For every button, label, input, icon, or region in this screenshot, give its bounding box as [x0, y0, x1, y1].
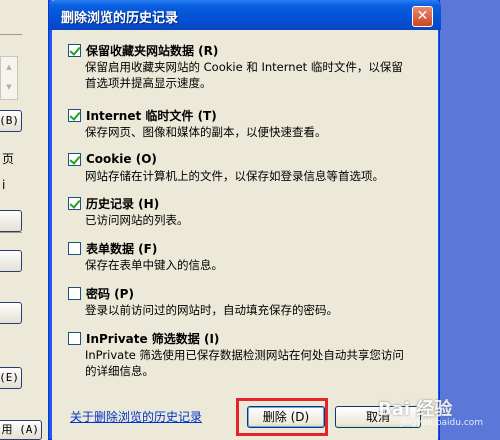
delete-history-dialog: 删除浏览的历史记录 ✕ 保留收藏夹网站数据 (R) 保留启用收藏夹网站的 Coo…: [48, 0, 441, 440]
background-apply-button[interactable]: 用 (A): [0, 420, 42, 440]
description-line: 保存网页、图像和媒体的副本，以便快速查看。: [85, 125, 327, 139]
dialog-titlebar[interactable]: 删除浏览的历史记录 ✕: [49, 0, 441, 30]
background-button[interactable]: [0, 302, 22, 324]
option-description: 已访问网站的列表。: [68, 212, 428, 228]
background-button-b[interactable]: (B): [0, 110, 22, 132]
description-line: 保留启用收藏夹网站的 Cookie 和 Internet 临时文件，以保留: [85, 60, 403, 74]
dialog-title: 删除浏览的历史记录: [61, 11, 179, 26]
option-label[interactable]: 密码 (P): [86, 285, 134, 302]
option-label[interactable]: InPrivate 筛选数据 (I): [86, 330, 219, 347]
about-delete-history-link[interactable]: 关于删除浏览的历史记录: [70, 408, 202, 425]
option-description: 登录以前访问过的网站时，自动填充保存的密码。: [68, 302, 428, 318]
background-scrollbar[interactable]: ▲ ▼: [0, 56, 18, 100]
option-description: 保留启用收藏夹网站的 Cookie 和 Internet 临时文件，以保留 首选…: [68, 59, 428, 91]
description-line: InPrivate 筛选使用已保存数据检测网站在何处自动共享您访问: [85, 348, 404, 362]
watermark-url: jingyan.baidu.com: [400, 418, 484, 428]
option-description: 保存在表单中键入的信息。: [68, 257, 428, 273]
background-button[interactable]: [0, 210, 22, 232]
delete-button[interactable]: 删除 (D): [247, 406, 325, 428]
background-button-e[interactable]: (E): [0, 367, 22, 389]
description-line: 登录以前访问过的网站时，自动填充保存的密码。: [85, 303, 338, 317]
background-text: 页: [2, 152, 15, 166]
checkbox-temp-files[interactable]: [68, 108, 81, 122]
description-line: 网站存储在计算机上的文件，以保存如登录信息等首选项。: [85, 169, 384, 183]
close-icon: ✕: [416, 8, 429, 24]
description-line: 首选项并提高显示速度。: [85, 76, 212, 90]
option-description: 网站存储在计算机上的文件，以保存如登录信息等首选项。: [68, 168, 428, 184]
divider: [0, 34, 22, 35]
option-description: 保存网页、图像和媒体的副本，以便快速查看。: [68, 124, 428, 140]
description-line: 保存在表单中键入的信息。: [85, 258, 223, 272]
checkbox-passwords[interactable]: [68, 286, 81, 300]
option-label[interactable]: Cookie (O): [86, 152, 157, 166]
option-label[interactable]: 历史记录 (H): [86, 195, 159, 212]
option-cookies: Cookie (O) 网站存储在计算机上的文件，以保存如登录信息等首选项。: [68, 151, 428, 184]
dialog-content: 保留收藏夹网站数据 (R) 保留启用收藏夹网站的 Cookie 和 Intern…: [52, 30, 438, 440]
close-button[interactable]: ✕: [412, 6, 433, 27]
option-label[interactable]: Internet 临时文件 (T): [86, 107, 217, 124]
option-label[interactable]: 表单数据 (F): [86, 240, 157, 257]
description-line: 的详细信息。: [85, 364, 154, 378]
option-passwords: 密码 (P) 登录以前访问过的网站时，自动填充保存的密码。: [68, 285, 428, 318]
background-window: ▲ ▼ (B) 页 i (E) 用 (A): [0, 0, 50, 440]
checkbox-preserve-favorites[interactable]: [68, 43, 81, 57]
option-form-data: 表单数据 (F) 保存在表单中键入的信息。: [68, 240, 428, 273]
checkbox-history[interactable]: [68, 196, 81, 210]
option-description: InPrivate 筛选使用已保存数据检测网站在何处自动共享您访问 的详细信息。: [68, 347, 428, 379]
option-temp-files: Internet 临时文件 (T) 保存网页、图像和媒体的副本，以便快速查看。: [68, 107, 428, 140]
description-line: 已访问网站的列表。: [85, 213, 189, 227]
background-button[interactable]: [0, 250, 22, 272]
checkbox-form-data[interactable]: [68, 241, 81, 255]
scroll-up-icon: ▲: [6, 63, 12, 71]
divider: [0, 232, 22, 233]
option-history: 历史记录 (H) 已访问网站的列表。: [68, 195, 428, 228]
option-preserve-favorites: 保留收藏夹网站数据 (R) 保留启用收藏夹网站的 Cookie 和 Intern…: [68, 42, 428, 91]
option-inprivate-filtering: InPrivate 筛选数据 (I) InPrivate 筛选使用已保存数据检测…: [68, 330, 428, 379]
option-label[interactable]: 保留收藏夹网站数据 (R): [86, 42, 218, 59]
scroll-down-icon: ▼: [6, 83, 12, 91]
checkbox-cookies[interactable]: [68, 152, 81, 166]
checkbox-inprivate-filtering[interactable]: [68, 331, 81, 345]
background-text: i: [2, 178, 6, 192]
